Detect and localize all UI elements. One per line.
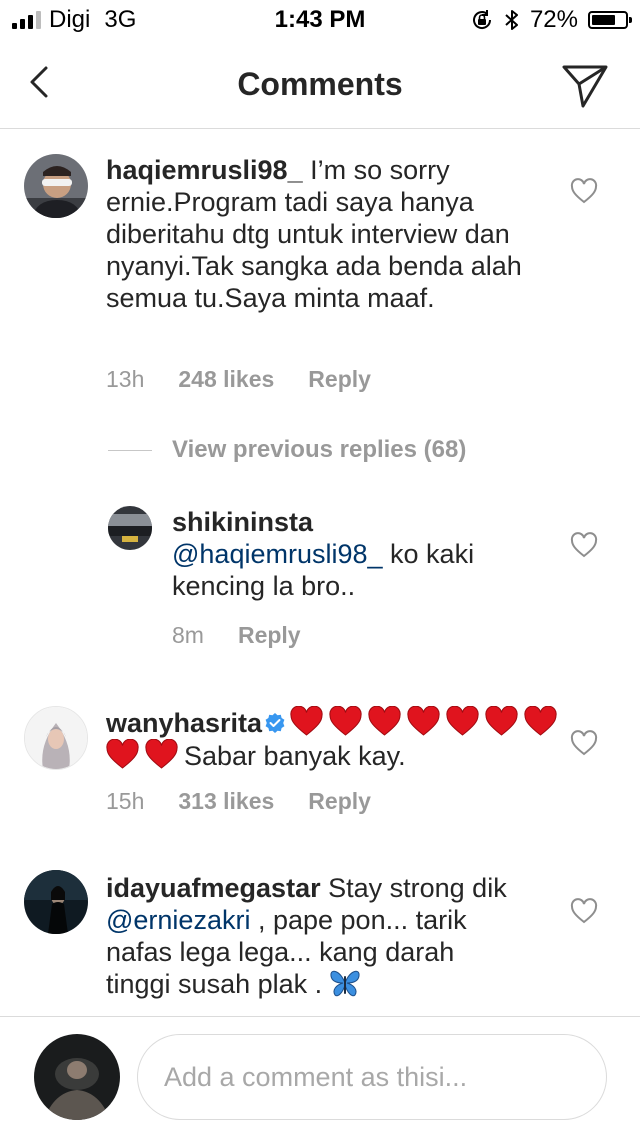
heart-outline-icon (570, 898, 598, 924)
reply-mention[interactable]: @haqiemrusli98_ (172, 539, 383, 569)
bluetooth-icon (505, 10, 518, 30)
user-avatar-image (34, 1034, 120, 1120)
current-user-avatar (34, 1034, 120, 1120)
like-button[interactable] (570, 178, 598, 204)
reply-time: 8m (172, 622, 204, 648)
comment-item: idayuafmegastar Stay strong dik @ernieza… (0, 856, 640, 1016)
comment-likes[interactable]: 313 likes (178, 788, 274, 815)
comment-item: haqiemrusli98_ I’m so sorry ernie.Progra… (0, 128, 640, 408)
comment-input[interactable] (137, 1034, 607, 1120)
battery-percent: 72% (529, 6, 578, 33)
comment-username[interactable]: haqiemrusli98_ (106, 155, 303, 185)
comment-likes[interactable]: 248 likes (178, 366, 274, 393)
avatar[interactable] (24, 154, 88, 218)
red-heart-emoji-icon (145, 739, 178, 769)
comment-mention[interactable]: @erniezakri (106, 905, 250, 935)
reply-body: shikininsta @haqiemrusli98_ ko kaki kenc… (172, 506, 552, 602)
red-heart-emoji-icon (407, 706, 440, 736)
share-button[interactable] (560, 60, 610, 110)
comment-body: haqiemrusli98_ I’m so sorry ernie.Progra… (106, 154, 546, 314)
red-heart-emoji-icon (368, 706, 401, 736)
paper-plane-icon (562, 65, 608, 108)
comment-username[interactable]: idayuafmegastar (106, 873, 321, 903)
verified-badge-icon (265, 713, 285, 733)
butterfly-emoji-icon (330, 970, 360, 997)
view-previous-replies-label: View previous replies (68) (172, 436, 467, 463)
reply-button[interactable]: Reply (308, 366, 371, 393)
comment-meta: 15h 313 likes Reply (106, 788, 371, 815)
red-heart-emoji-icon (524, 706, 557, 736)
red-heart-emoji-icon (446, 706, 479, 736)
view-previous-replies-button[interactable]: View previous replies (68) (108, 436, 466, 464)
comment-text-start: Stay strong dik (328, 873, 507, 903)
comment-body: wanyhasrita Sabar banyak kay. (106, 706, 566, 772)
reply-meta: 8m Reply (172, 622, 301, 649)
red-heart-emoji-icon (485, 706, 518, 736)
comment-body: idayuafmegastar Stay strong dik @ernieza… (106, 872, 526, 1000)
rotation-lock-icon (472, 10, 491, 29)
red-heart-emoji-icon (329, 706, 362, 736)
user-avatar-image (25, 707, 87, 769)
red-heart-emoji-icon (290, 706, 323, 736)
comment-time: 15h (106, 788, 145, 814)
like-button[interactable] (570, 532, 598, 558)
reply-username[interactable]: shikininsta (172, 507, 313, 537)
page-title: Comments (237, 66, 403, 102)
divider-line (108, 449, 152, 451)
reply-item: shikininsta @haqiemrusli98_ ko kaki kenc… (0, 490, 640, 670)
comment-meta: 13h 248 likes Reply (106, 366, 371, 393)
avatar[interactable] (24, 870, 88, 934)
like-button[interactable] (570, 898, 598, 924)
status-bar: Digi 3G 1:43 PM 72% (0, 0, 640, 40)
comment-text: Sabar banyak kay. (184, 741, 406, 771)
comment-composer (0, 1016, 640, 1137)
heart-outline-icon (570, 532, 598, 558)
comment-item: wanyhasrita Sabar banyak kay. 15h 313 li… (0, 690, 640, 830)
battery-icon (588, 11, 632, 29)
like-button[interactable] (570, 730, 598, 756)
heart-outline-icon (570, 730, 598, 756)
heart-outline-icon (570, 178, 598, 204)
user-avatar-image (24, 870, 88, 934)
navigation-bar: Comments (0, 40, 640, 129)
reply-button[interactable]: Reply (238, 622, 301, 649)
avatar[interactable] (108, 506, 152, 550)
avatar[interactable] (24, 706, 88, 770)
red-heart-emoji-icon (106, 739, 139, 769)
comment-username[interactable]: wanyhasrita (106, 708, 262, 738)
reply-button[interactable]: Reply (308, 788, 371, 815)
status-bar-right: 72% (470, 6, 632, 34)
comment-time: 13h (106, 366, 145, 392)
user-avatar-image (24, 154, 88, 218)
user-avatar-image (108, 506, 152, 550)
